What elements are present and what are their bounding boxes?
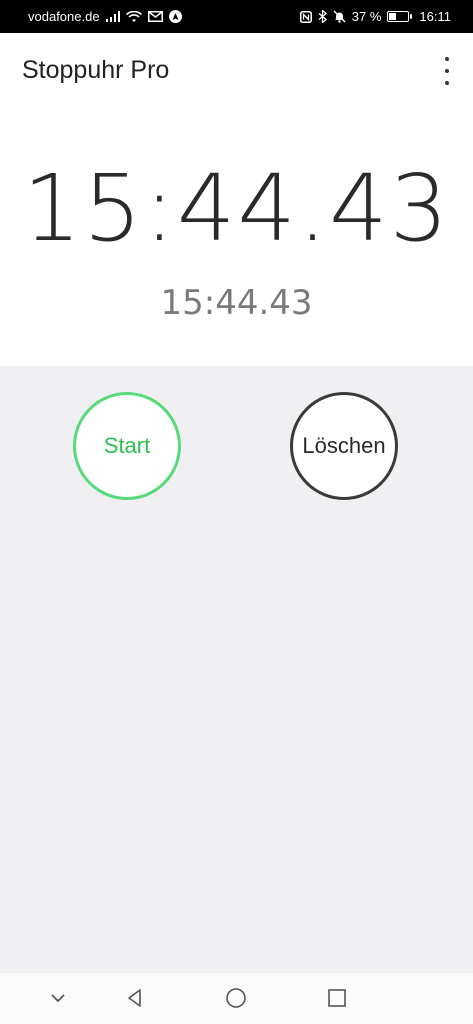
start-button[interactable]: Start xyxy=(73,392,181,500)
back-icon[interactable] xyxy=(115,978,155,1018)
nfc-icon xyxy=(299,10,312,23)
signal-icon xyxy=(105,11,120,22)
lap-time-display: 15:44.43 xyxy=(160,283,313,323)
navigation-bar xyxy=(0,973,473,1024)
menu-dot xyxy=(445,81,449,85)
bluetooth-icon xyxy=(318,10,327,23)
wifi-icon xyxy=(125,10,142,23)
recents-icon[interactable] xyxy=(317,978,357,1018)
app-title: Stoppuhr Pro xyxy=(22,56,170,84)
navigation-icon xyxy=(168,10,182,23)
status-bar-right: 37 % 16:11 xyxy=(299,9,451,24)
timer-panel: Stoppuhr Pro 15:44.43 15:44.43 xyxy=(0,33,473,366)
menu-dot xyxy=(445,57,449,61)
chevron-down-icon[interactable] xyxy=(38,978,78,1018)
carrier-name: vodafone.de xyxy=(28,9,100,24)
battery-icon xyxy=(387,11,413,22)
status-bar: vodafone.de 37 % 16:11 xyxy=(0,0,473,33)
silent-icon xyxy=(333,10,346,23)
status-time: 16:11 xyxy=(419,9,451,24)
menu-dot xyxy=(445,69,449,73)
home-icon[interactable] xyxy=(216,978,256,1018)
status-bar-left: vodafone.de xyxy=(28,9,182,24)
battery-percent: 37 % xyxy=(351,9,382,24)
battery-fill xyxy=(389,13,396,20)
clear-button[interactable]: Löschen xyxy=(290,392,398,500)
mail-icon xyxy=(147,11,163,22)
more-vert-icon[interactable] xyxy=(439,57,455,85)
main-time-display: 15:44.43 xyxy=(22,155,451,262)
